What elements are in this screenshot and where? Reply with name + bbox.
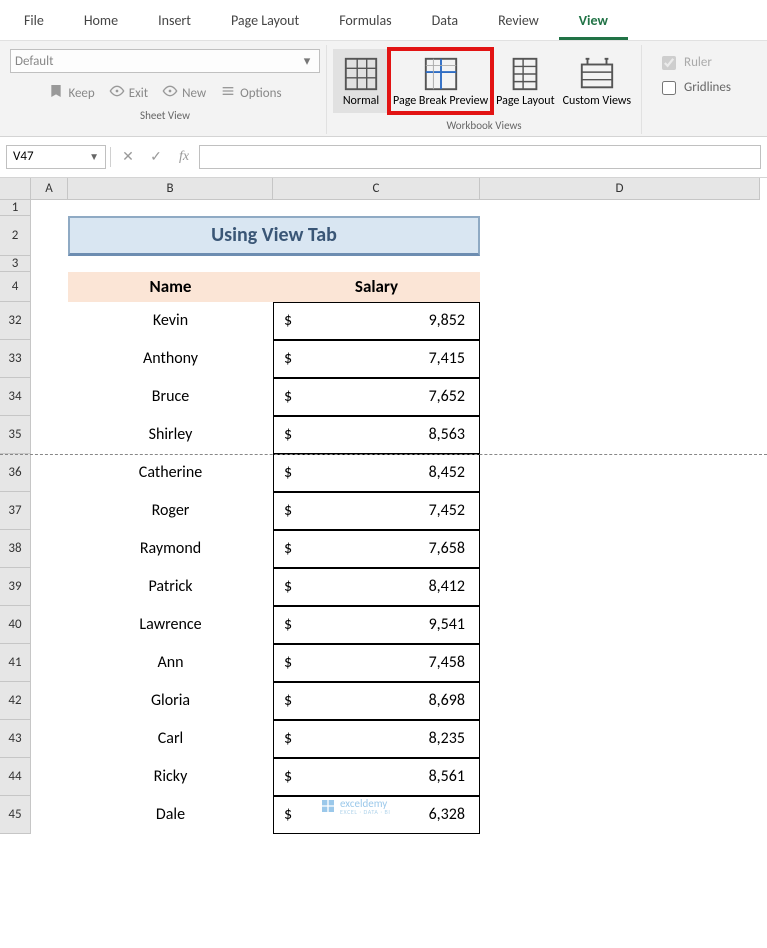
col-header-A[interactable]: A: [31, 178, 68, 200]
group-label-workbookviews: Workbook Views: [446, 119, 521, 132]
enter-icon[interactable]: ✓: [143, 145, 169, 169]
row-header[interactable]: 36: [0, 454, 31, 492]
table-row: Lawrence$9,541: [31, 606, 760, 644]
table-row: Roger$7,452: [31, 492, 760, 530]
row-header[interactable]: 39: [0, 568, 31, 606]
group-label-sheetview: Sheet View: [140, 109, 190, 122]
table-row: Ann$7,458: [31, 644, 760, 682]
row-header[interactable]: 32: [0, 302, 31, 340]
table-row: Gloria$8,698: [31, 682, 760, 720]
column-headers: A B C D: [31, 178, 760, 200]
cell-grid: Using View Tab NameSalary Kevin$9,852 An…: [31, 200, 760, 834]
bookmark-icon: [48, 83, 64, 103]
ribbon-body: Default ▾ Keep Exit New Options Sheet Vi…: [0, 40, 767, 137]
worksheet-grid[interactable]: A B C D 1 2 3 4 32 33 34 35 36 37 38 39 …: [0, 178, 767, 898]
page-break-icon: [422, 55, 460, 93]
normal-grid-icon: [342, 55, 380, 93]
exit-button[interactable]: Exit: [109, 83, 148, 103]
new-button[interactable]: New: [162, 83, 206, 103]
page-layout-icon: [506, 55, 544, 93]
row-header[interactable]: 3: [0, 256, 31, 272]
eye-new-icon: [162, 83, 178, 103]
options-button[interactable]: Options: [220, 83, 281, 103]
watermark: exceldemy EXCEL · DATA · BI: [320, 798, 391, 815]
select-all-corner[interactable]: [0, 178, 31, 200]
col-header-D[interactable]: D: [480, 178, 760, 200]
chevron-down-icon: ▼: [89, 150, 99, 163]
col-header-B[interactable]: B: [68, 178, 273, 200]
row-header[interactable]: 41: [0, 644, 31, 682]
chevron-down-icon: ▾: [299, 54, 315, 69]
table-row: Anthony$7,415: [31, 340, 760, 378]
sheet-view-dropdown[interactable]: Default ▾: [10, 49, 320, 73]
ruler-checkbox-row: Ruler: [662, 55, 731, 70]
row-header[interactable]: 42: [0, 682, 31, 720]
ruler-checkbox: [662, 56, 676, 70]
row-header[interactable]: 38: [0, 530, 31, 568]
name-box[interactable]: V47 ▼: [6, 145, 106, 169]
row-header[interactable]: 43: [0, 720, 31, 758]
formula-input[interactable]: [199, 145, 761, 169]
custom-views-icon: [578, 55, 616, 93]
table-row: Kevin$9,852: [31, 302, 760, 340]
table-row: Raymond$7,658: [31, 530, 760, 568]
tab-data[interactable]: Data: [412, 6, 478, 40]
tab-view[interactable]: View: [559, 6, 628, 40]
table-row: Carl$8,235: [31, 720, 760, 758]
group-show: Ruler Gridlines: [642, 45, 745, 134]
group-workbook-views: Normal Page Break Preview Page Layout Cu…: [327, 45, 642, 134]
fx-icon[interactable]: fx: [171, 145, 197, 169]
group-sheet-view: Default ▾ Keep Exit New Options Sheet Vi…: [4, 45, 327, 134]
tab-home[interactable]: Home: [64, 6, 138, 40]
table-row: Bruce$7,652: [31, 378, 760, 416]
sheet-view-value: Default: [15, 54, 53, 69]
keep-button[interactable]: Keep: [48, 83, 94, 103]
gridlines-checkbox-row[interactable]: Gridlines: [662, 80, 731, 95]
row-header[interactable]: 35: [0, 416, 31, 454]
custom-views-button[interactable]: Custom Views: [559, 49, 635, 113]
cancel-icon[interactable]: ✕: [115, 145, 141, 169]
table-row: Ricky$8,561: [31, 758, 760, 796]
tab-formulas[interactable]: Formulas: [319, 6, 411, 40]
page-break-line: [0, 454, 767, 455]
formula-bar: V47 ▼ ✕ ✓ fx: [0, 137, 767, 178]
table-row: Catherine$8,452: [31, 454, 760, 492]
table-row: Dale$6,328: [31, 796, 760, 834]
normal-view-button[interactable]: Normal: [333, 49, 389, 113]
row-header[interactable]: 4: [0, 272, 31, 302]
row-headers: 1 2 3 4 32 33 34 35 36 37 38 39 40 41 42…: [0, 200, 31, 834]
row-header[interactable]: 44: [0, 758, 31, 796]
row-header[interactable]: 33: [0, 340, 31, 378]
row-header[interactable]: 34: [0, 378, 31, 416]
header-salary[interactable]: Salary: [273, 272, 480, 302]
col-header-C[interactable]: C: [273, 178, 480, 200]
tab-page-layout[interactable]: Page Layout: [211, 6, 319, 40]
tab-insert[interactable]: Insert: [138, 6, 211, 40]
row-header[interactable]: 2: [0, 216, 31, 256]
table-row: Patrick$8,412: [31, 568, 760, 606]
row-header[interactable]: 1: [0, 200, 31, 216]
eye-exit-icon: [109, 83, 125, 103]
row-header[interactable]: 40: [0, 606, 31, 644]
options-icon: [220, 83, 236, 103]
sheet-title[interactable]: Using View Tab: [68, 216, 480, 256]
row-header[interactable]: 37: [0, 492, 31, 530]
tab-review[interactable]: Review: [478, 6, 559, 40]
table-row: Shirley$8,563: [31, 416, 760, 454]
gridlines-checkbox[interactable]: [662, 81, 676, 95]
tab-file[interactable]: File: [4, 6, 64, 40]
row-header[interactable]: 45: [0, 796, 31, 834]
page-break-preview-button[interactable]: Page Break Preview: [389, 49, 492, 113]
header-name[interactable]: Name: [68, 272, 273, 302]
page-layout-button[interactable]: Page Layout: [492, 49, 558, 113]
ribbon-tabs: File Home Insert Page Layout Formulas Da…: [0, 0, 767, 40]
